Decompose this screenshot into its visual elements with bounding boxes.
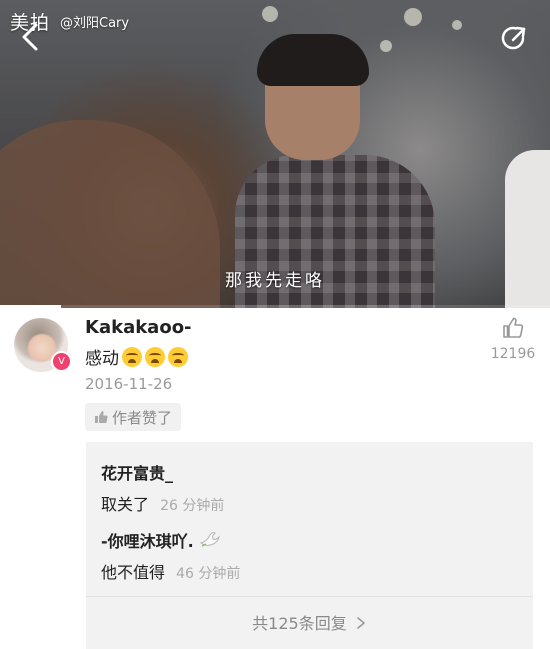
chevron-right-icon	[357, 617, 365, 629]
crying-emoji-icon	[145, 346, 165, 367]
reply-text: 他不值得 46 分钟前	[101, 559, 240, 583]
back-button[interactable]	[18, 22, 44, 52]
reply-timestamp: 26 分钟前	[160, 498, 225, 514]
reply-item[interactable]: 花开富贵_ 取关了 26 分钟前	[101, 460, 224, 515]
view-more-replies-label: 共125条回复	[252, 614, 347, 633]
crying-emoji-icon	[168, 346, 188, 367]
comment-date: 2016-11-26	[85, 375, 173, 393]
dove-icon	[200, 532, 221, 547]
reply-text-label: 取关了	[101, 495, 150, 514]
reply-username-label: -你哩沐琪吖.	[101, 532, 194, 551]
divider	[86, 596, 533, 597]
share-button[interactable]	[497, 22, 529, 54]
share-icon	[501, 26, 526, 50]
background-light	[262, 6, 278, 22]
like-button[interactable]: 12196	[488, 316, 538, 362]
background-light	[404, 8, 422, 26]
reply-timestamp: 46 分钟前	[176, 566, 241, 582]
chevron-left-icon	[22, 23, 38, 51]
view-more-replies-button[interactable]: 共125条回复	[86, 610, 533, 634]
author-liked-label: 作者赞了	[112, 408, 173, 427]
reply-username[interactable]: 花开富贵_	[101, 460, 224, 484]
comment-username[interactable]: Kakakaoo-	[85, 317, 192, 338]
author-liked-badge: 作者赞了	[85, 403, 182, 431]
reply-text: 取关了 26 分钟前	[101, 491, 224, 515]
reply-username[interactable]: -你哩沐琪吖.	[101, 528, 240, 552]
comment-text-label: 感动	[85, 349, 119, 369]
thumbs-up-icon	[95, 411, 108, 423]
reply-panel: 花开富贵_ 取关了 26 分钟前 -你哩沐琪吖. 他不值得 46 分钟前 共12…	[86, 442, 533, 649]
background-light	[452, 20, 462, 30]
crying-emoji-icon	[122, 346, 142, 367]
video-subtitle: 那我先走咯	[225, 271, 325, 291]
thumbs-up-icon	[503, 317, 524, 338]
video-watermark: @刘阳Cary	[60, 16, 130, 31]
reply-item[interactable]: -你哩沐琪吖. 他不值得 46 分钟前	[101, 528, 240, 583]
like-count: 12196	[490, 346, 536, 362]
comment-text: 感动	[85, 344, 188, 369]
video-progress-bar[interactable]	[0, 305, 550, 308]
video-player[interactable]: 美拍 @刘阳Cary 那我先走咯	[0, 0, 550, 308]
reply-text-label: 他不值得	[101, 563, 166, 582]
verified-badge-icon: V	[51, 351, 72, 372]
video-progress-fill	[0, 305, 61, 308]
